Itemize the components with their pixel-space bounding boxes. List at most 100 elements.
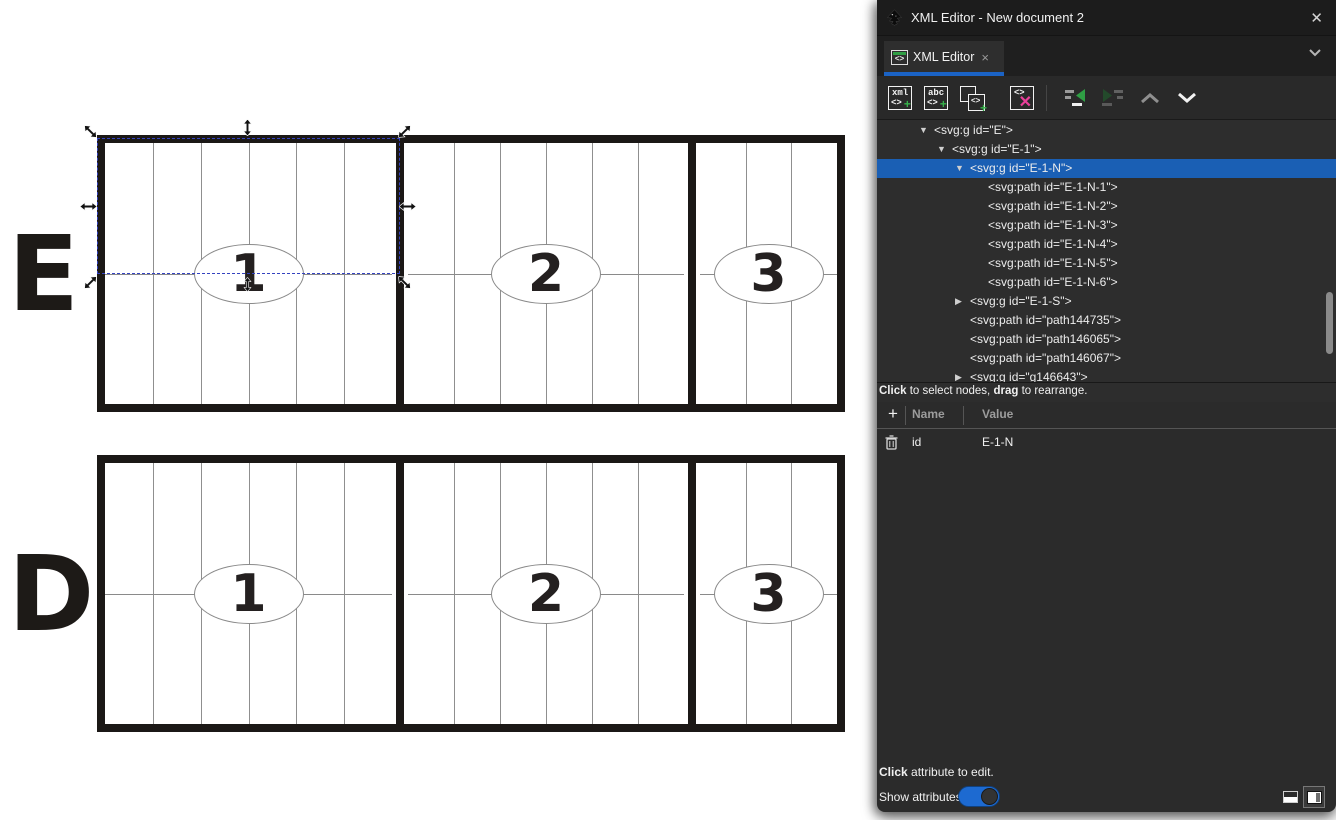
- attributes-toolbar: + Name Value: [877, 402, 1336, 429]
- xml-editor-tab-icon: <>: [891, 50, 908, 65]
- delete-node-button[interactable]: <>✕: [1007, 83, 1037, 113]
- tree-node-label: <svg:path id="E-1-N-4">: [988, 237, 1118, 251]
- section-number: 2: [528, 564, 564, 624]
- attribute-name[interactable]: id: [912, 435, 921, 449]
- expand-triangle-icon[interactable]: ▶: [955, 372, 962, 382]
- tree-node-row[interactable]: <svg:path id="path144735">: [877, 311, 1336, 330]
- tree-node-row[interactable]: <svg:path id="E-1-N-4">: [877, 235, 1336, 254]
- tree-node-label: <svg:path id="path146067">: [970, 351, 1121, 365]
- tree-node-row[interactable]: ▼ <svg:g id="E">: [877, 121, 1336, 140]
- tree-node-label: <svg:path id="E-1-N-3">: [988, 218, 1118, 232]
- tree-node-label: <svg:path id="path146065">: [970, 332, 1121, 346]
- tree-node-label: <svg:path id="E-1-N-6">: [988, 275, 1118, 289]
- new-text-node-button[interactable]: abc<>+: [921, 83, 951, 113]
- unindent-node-button[interactable]: [1061, 83, 1091, 113]
- column-separator: [905, 406, 906, 425]
- inkscape-logo-icon: [886, 9, 903, 26]
- toolbar-separator: [1046, 85, 1047, 111]
- layout-horizontal-button[interactable]: [1279, 786, 1301, 808]
- section-ellipse: 2: [491, 244, 601, 304]
- add-attribute-button[interactable]: +: [883, 404, 903, 424]
- row-label-E: E: [8, 209, 98, 339]
- unindent-node-icon: [1064, 88, 1088, 108]
- column-separator: [963, 406, 964, 425]
- tree-node-row[interactable]: ▼ <svg:g id="E-1-N">: [877, 159, 1336, 178]
- selection-bbox-E-1-N: [97, 138, 400, 274]
- tree-node-label: <svg:path id="path144735">: [970, 313, 1121, 327]
- tab-xml-editor[interactable]: <> XML Editor ×: [884, 41, 1004, 73]
- collapse-triangle-icon[interactable]: ▼: [955, 163, 964, 173]
- tree-node-label: <svg:path id="E-1-N-5">: [988, 256, 1118, 270]
- tree-node-row[interactable]: <svg:path id="E-1-N-6">: [877, 273, 1336, 292]
- xml-node-tree[interactable]: ▼ <svg:g id="E"> ▼ <svg:g id="E-1"> ▼ <svg:g …: [877, 120, 1336, 382]
- tree-node-row[interactable]: ▶ <svg:g id="E-1-S">: [877, 292, 1336, 311]
- tree-node-row[interactable]: <svg:path id="E-1-N-3">: [877, 216, 1336, 235]
- window-titlebar[interactable]: XML Editor - New document 2 ✕: [877, 0, 1336, 36]
- chevron-down-icon: [1176, 92, 1198, 104]
- indent-node-icon: [1100, 88, 1124, 108]
- toggle-knob: [981, 788, 998, 805]
- tree-node-row[interactable]: ▼ <svg:g id="E-1">: [877, 140, 1336, 159]
- section-divider: [688, 455, 696, 732]
- attributes-table[interactable]: id E-1-N: [877, 429, 1336, 761]
- indent-node-button[interactable]: [1097, 83, 1127, 113]
- section-ellipse: 3: [714, 244, 824, 304]
- tree-node-label: <svg:g id="E-1-N">: [970, 161, 1072, 175]
- lot-row-D[interactable]: 1 2 3: [97, 455, 845, 732]
- section-number: 3: [750, 244, 786, 304]
- tree-node-row[interactable]: ▶ <svg:g id="g146643">: [877, 368, 1336, 382]
- section-number: 1: [230, 564, 266, 624]
- show-attributes-label: Show attributes: [879, 790, 962, 804]
- tab-close-icon[interactable]: ×: [981, 50, 989, 65]
- tree-hint-text: Click to select nodes, drag to rearrange…: [877, 382, 1336, 402]
- layout-vertical-button[interactable]: [1303, 786, 1325, 808]
- scale-handle-bottom[interactable]: [240, 277, 254, 291]
- section-divider: [688, 135, 696, 412]
- section-ellipse: 3: [714, 564, 824, 624]
- chevron-up-icon: [1139, 92, 1161, 104]
- scale-handle-left[interactable]: [80, 198, 97, 215]
- layout-horizontal-icon: [1283, 791, 1298, 803]
- section-ellipse: 2: [491, 564, 601, 624]
- window-title: XML Editor - New document 2: [911, 10, 1084, 25]
- tree-node-row[interactable]: <svg:path id="E-1-N-2">: [877, 197, 1336, 216]
- show-attributes-toggle[interactable]: [958, 786, 1000, 807]
- tree-node-label: <svg:g id="E-1">: [952, 142, 1042, 156]
- scale-handle-right[interactable]: [399, 198, 416, 215]
- collapse-triangle-icon[interactable]: ▼: [919, 125, 928, 135]
- tree-node-row[interactable]: <svg:path id="E-1-N-5">: [877, 254, 1336, 273]
- section-divider: [396, 455, 404, 732]
- xml-toolbar: xml<>+ abc<>+ <>+ <>✕: [877, 76, 1336, 120]
- tree-node-label: <svg:g id="g146643">: [970, 370, 1088, 382]
- tree-node-row[interactable]: <svg:path id="path146065">: [877, 330, 1336, 349]
- attribute-row[interactable]: id E-1-N: [877, 431, 1336, 455]
- tab-label: XML Editor: [913, 50, 974, 64]
- tree-node-label: <svg:path id="E-1-N-2">: [988, 199, 1118, 213]
- layout-vertical-icon: [1307, 791, 1322, 804]
- move-node-up-button[interactable]: [1135, 83, 1165, 113]
- section-number: 2: [528, 244, 564, 304]
- window-close-button[interactable]: ✕: [1310, 9, 1323, 27]
- attribute-hint-text: Click attribute to edit.: [879, 765, 994, 779]
- section-number: 3: [750, 564, 786, 624]
- xml-editor-window: XML Editor - New document 2 ✕ <> XML Edi…: [877, 0, 1336, 812]
- scale-handle-top[interactable]: [239, 119, 256, 136]
- tree-node-row[interactable]: <svg:path id="E-1-N-1">: [877, 178, 1336, 197]
- tree-node-label: <svg:g id="E-1-S">: [970, 294, 1072, 308]
- new-element-node-button[interactable]: xml<>+: [885, 83, 915, 113]
- attr-value-header: Value: [982, 407, 1013, 421]
- delete-attribute-icon[interactable]: [885, 435, 898, 450]
- row-label-D: D: [8, 529, 98, 659]
- panel-menu-chevron-icon[interactable]: [1308, 48, 1322, 57]
- expand-triangle-icon[interactable]: ▶: [955, 296, 962, 307]
- attr-name-header: Name: [912, 407, 945, 421]
- attribute-value[interactable]: E-1-N: [982, 435, 1013, 449]
- tree-node-label: <svg:g id="E">: [934, 123, 1013, 137]
- tab-bar: <> XML Editor ×: [877, 36, 1336, 76]
- collapse-triangle-icon[interactable]: ▼: [937, 144, 946, 154]
- tree-node-row[interactable]: <svg:path id="path146067">: [877, 349, 1336, 368]
- duplicate-node-button[interactable]: <>+: [957, 83, 987, 113]
- tree-node-label: <svg:path id="E-1-N-1">: [988, 180, 1118, 194]
- section-ellipse: 1: [194, 564, 304, 624]
- move-node-down-button[interactable]: [1172, 83, 1202, 113]
